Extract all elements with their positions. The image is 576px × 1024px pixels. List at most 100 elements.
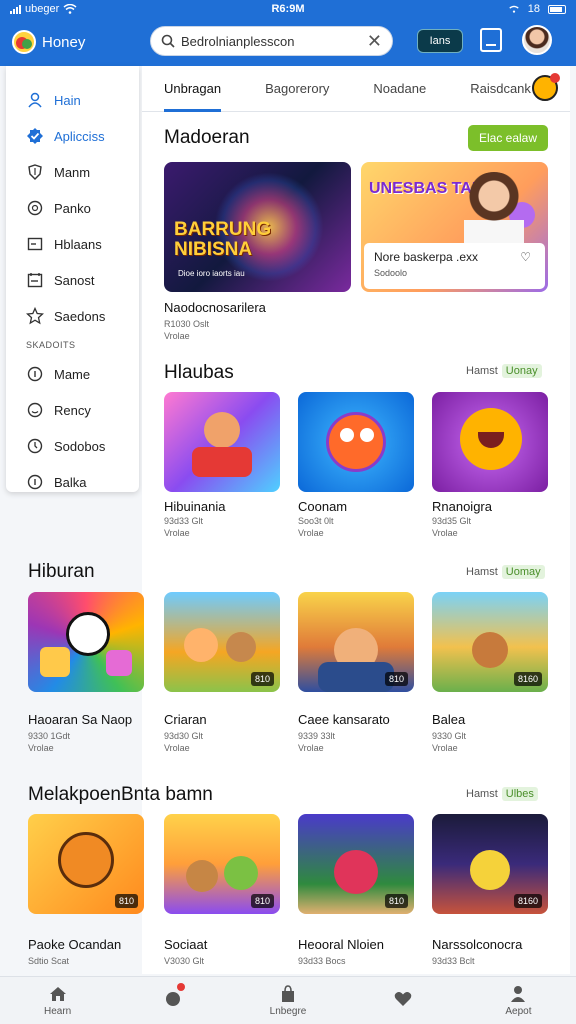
search-box[interactable]: ✕ [150, 26, 393, 56]
game-meta: 93d30 Glt Vrolae [164, 731, 204, 753]
status-time: R6:9M [271, 3, 305, 15]
notification-icon [163, 990, 183, 1008]
game-tile[interactable]: 8160 [432, 814, 548, 914]
smile-icon [26, 401, 44, 419]
tab-bagorerory[interactable]: Bagorerory [265, 66, 329, 112]
sidebar-item-label: Sanost [54, 272, 95, 288]
section3-title: MelakpoenBnta bamn [28, 784, 213, 805]
avatar[interactable] [522, 25, 552, 55]
section2-more-link[interactable]: Hamst Uomay [466, 565, 545, 579]
tab-unbragan[interactable]: Unbragan [164, 66, 222, 112]
profile-icon [508, 985, 528, 1003]
status-bar: ubeger R6:9M 18 [0, 0, 576, 18]
game-tile[interactable]: 810 [298, 814, 414, 914]
sidebar-item-saedons[interactable]: Saedons [6, 298, 139, 334]
shield-icon [26, 163, 44, 181]
game-badge: 810 [384, 672, 408, 686]
notification-badge-icon[interactable] [532, 73, 560, 101]
featured-banner-2[interactable]: UNESBAS TAMIN Nore baskerpa .exx Sodoolo… [361, 162, 548, 292]
calendar-icon [26, 271, 44, 289]
game-name: Haoaran Sa Naop [28, 712, 133, 727]
game-tile[interactable]: 8160 [432, 592, 548, 692]
sidebar-item-label: Saedons [54, 308, 106, 324]
featured-title: Madoeran [164, 127, 250, 148]
game-badge: 810 [384, 894, 408, 908]
nav-favorites[interactable] [346, 977, 461, 1024]
game-name: Criaran [164, 712, 207, 727]
clear-search-icon[interactable]: ✕ [367, 31, 382, 52]
app-title: Honey [42, 33, 86, 51]
nav-lnbegre[interactable]: Lnbegre [230, 977, 345, 1024]
sidebar-item-manm[interactable]: Manm [6, 154, 139, 190]
game-name: Narssolconocra [432, 937, 523, 952]
game-tile[interactable]: 810 [164, 592, 280, 692]
game-meta: 93d33 Bocs [298, 956, 346, 966]
sidebar-item-mame[interactable]: Mame [6, 356, 139, 392]
banner-subtitle: Dioe ioro iaorts iau [178, 269, 245, 278]
wifi-status-icon [509, 5, 519, 13]
sidebar-item-label: Rency [54, 402, 91, 418]
game-name: Coonam [298, 499, 348, 514]
featured-action-button[interactable]: Elac ealaw [468, 125, 548, 151]
game-meta: 93d33 Bclt [432, 956, 475, 966]
sidebar-item-panko[interactable]: Panko [6, 190, 139, 226]
game-badge: 8160 [513, 894, 542, 908]
game-tile[interactable]: 810 [28, 814, 144, 914]
sidebar-item-label: Balka [54, 474, 87, 490]
game-badge: 810 [250, 672, 274, 686]
game-tile[interactable] [298, 392, 414, 492]
clock-icon [26, 437, 44, 455]
bottom-nav: Hearn Lnbegre Aepot [0, 976, 576, 1024]
window-icon [26, 235, 44, 253]
game-meta: 9330 1Gdt Vrolae [28, 731, 71, 753]
sidebar-item-aplicciss[interactable]: Aplicciss [6, 118, 139, 154]
sidebar-item-label: Mame [54, 366, 91, 382]
open-external-icon[interactable] [480, 28, 502, 52]
sidebar-item-label: Hain [54, 92, 81, 108]
sidebar-item-label: Aplicciss [54, 128, 105, 144]
sidebar-item-sodobos[interactable]: Sodobos [6, 428, 139, 464]
info-circle-icon [26, 473, 44, 491]
game-meta: V3030 Glt [164, 956, 205, 966]
banner-title: BARRUNG NIBISNA [174, 219, 272, 260]
notification-dot [176, 983, 185, 991]
game-tile[interactable] [164, 392, 280, 492]
battery-icon [548, 4, 566, 14]
game-tile[interactable]: 810 [164, 814, 280, 914]
sidebar-item-hain[interactable]: Hain [6, 82, 139, 118]
game-tile[interactable] [28, 592, 144, 692]
ians-button[interactable]: Ians [417, 29, 463, 53]
nav-profile[interactable]: Aepot [461, 977, 576, 1024]
game-tile[interactable]: 810 [298, 592, 414, 692]
featured-banner-1[interactable]: BARRUNG NIBISNA Dioe ioro iaorts iau [164, 162, 351, 292]
game-name: Paoke Ocandan [28, 937, 122, 952]
heart-icon[interactable]: ♡ [520, 250, 531, 264]
banner-card-title: Nore baskerpa .exx [374, 250, 479, 264]
section1-more-link[interactable]: Hamst Uonay [466, 364, 542, 378]
bag-icon [278, 984, 298, 1003]
game-name: Caee kansarato [298, 712, 390, 727]
sidebar-item-balka[interactable]: Balka [6, 464, 139, 500]
sidebar-item-label: Manm [54, 164, 91, 180]
game-meta: 9330 Glt Vrolae [432, 731, 467, 753]
section3-more-link[interactable]: Hamst Ulbes [466, 787, 538, 801]
game-tile[interactable] [432, 392, 548, 492]
app-logo-icon[interactable] [12, 30, 36, 54]
nav-home[interactable]: Hearn [0, 977, 115, 1024]
nav-notifications[interactable] [115, 977, 230, 1024]
sidebar-item-rency[interactable]: Rency [6, 392, 139, 428]
section1-title: Hlaubas [164, 362, 234, 383]
banner-card-subtitle: Sodoolo [374, 268, 408, 278]
person-icon [26, 91, 44, 109]
app-bar: Honey ✕ Ians [0, 18, 576, 66]
tab-raisdcank[interactable]: Raisdcank [470, 66, 531, 112]
search-input[interactable] [181, 33, 367, 49]
sidebar-item-hblaans[interactable]: Hblaans [6, 226, 139, 262]
sidebar-item-sanost[interactable]: Sanost [6, 262, 139, 298]
game-badge: 8160 [513, 672, 542, 686]
star-icon [26, 307, 44, 325]
game-name: Rnanoigra [432, 499, 492, 514]
tab-noadane[interactable]: Noadane [373, 66, 426, 112]
game-meta: 93d33 Glt Vrolae [164, 516, 204, 538]
sidebar-item-label: Sodobos [54, 438, 106, 454]
